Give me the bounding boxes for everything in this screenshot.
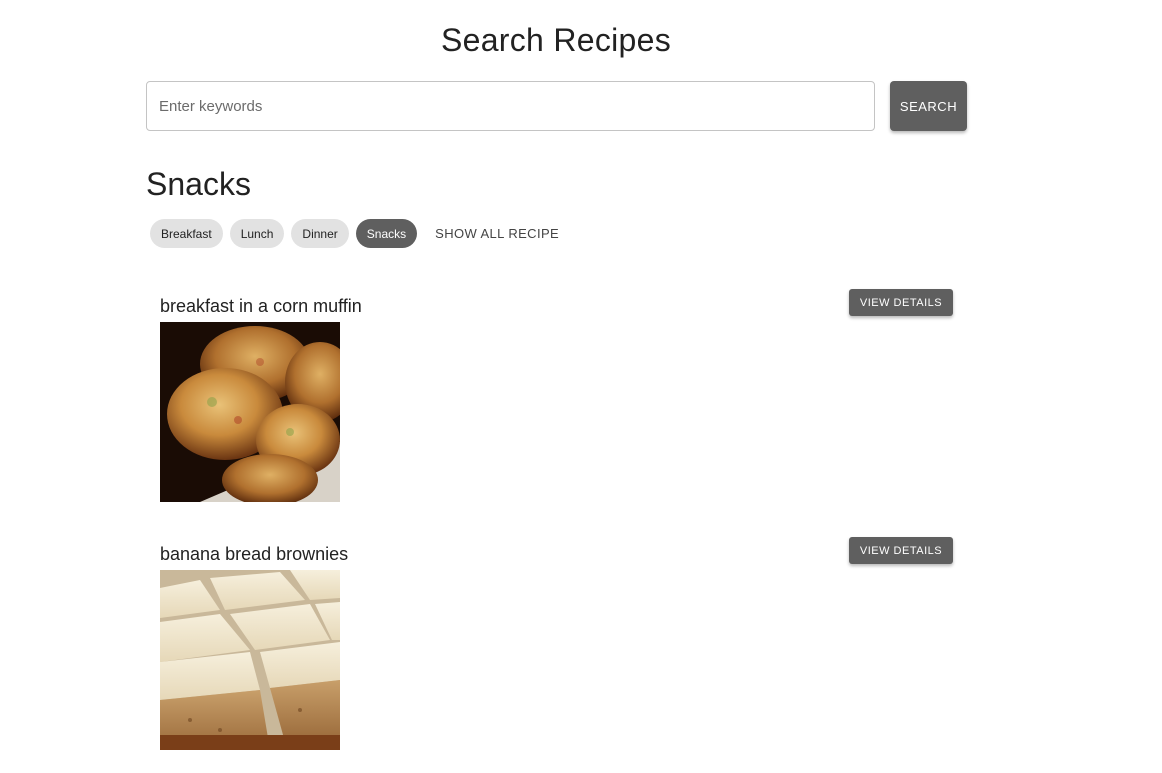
recipe-title: breakfast in a corn muffin xyxy=(160,296,362,316)
search-input[interactable] xyxy=(146,81,875,131)
category-chips: Breakfast Lunch Dinner Snacks SHOW ALL R… xyxy=(150,219,559,248)
category-heading: Snacks xyxy=(146,166,251,202)
recipe-title: banana bread brownies xyxy=(160,544,349,564)
chip-snacks[interactable]: Snacks xyxy=(355,219,418,248)
chip-dinner[interactable]: Dinner xyxy=(291,219,349,248)
banana-bread-brownies-photo xyxy=(160,570,340,750)
recipe-list: breakfast in a corn muffin VIEW DETAILS … xyxy=(160,288,953,773)
recipe-card: banana bread brownies VIEW DETAILS xyxy=(160,536,953,773)
chip-breakfast[interactable]: Breakfast xyxy=(150,219,223,248)
recipe-card: breakfast in a corn muffin VIEW DETAILS xyxy=(160,288,953,536)
recipe-search-page: Search Recipes SEARCH Snacks Breakfast L… xyxy=(0,0,1162,773)
corn-muffin-photo xyxy=(160,322,340,502)
search-button[interactable]: SEARCH xyxy=(890,81,967,131)
view-details-button[interactable]: VIEW DETAILS xyxy=(849,289,953,316)
chip-lunch[interactable]: Lunch xyxy=(229,219,285,248)
view-details-button[interactable]: VIEW DETAILS xyxy=(849,537,953,564)
show-all-recipe-button[interactable]: SHOW ALL RECIPE xyxy=(435,226,559,241)
page-title: Search Recipes xyxy=(440,22,672,58)
